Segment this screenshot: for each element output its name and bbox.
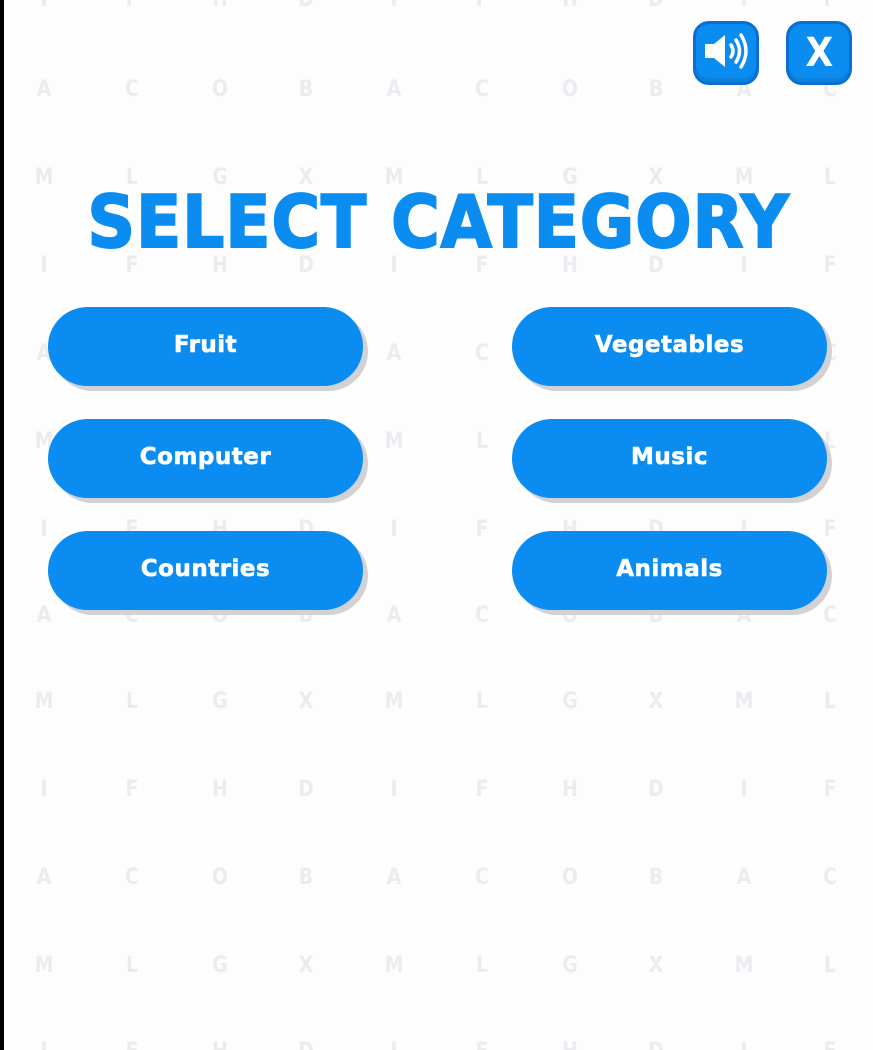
- background-letter: I: [377, 1040, 411, 1050]
- background-letter: A: [386, 603, 402, 628]
- background-letter: L: [126, 689, 138, 714]
- background-letter: C: [823, 865, 837, 890]
- background-letter: D: [289, 0, 323, 12]
- background-letter: F: [115, 0, 149, 12]
- background-letter: A: [36, 865, 52, 890]
- background-letter: F: [475, 517, 489, 542]
- category-button-countries[interactable]: Countries: [48, 531, 363, 610]
- background-letter: D: [639, 1040, 673, 1050]
- category-label: Vegetables: [594, 331, 745, 358]
- speaker-volume-icon: [701, 31, 751, 75]
- category-label: Computer: [139, 443, 272, 470]
- page-title: SELECT CATEGORY: [86, 179, 790, 265]
- background-letter: H: [203, 0, 237, 12]
- background-letter: C: [475, 77, 489, 102]
- background-letter: A: [386, 341, 402, 366]
- background-letter: I: [740, 777, 748, 802]
- background-letter: X: [298, 689, 314, 714]
- background-letter: F: [813, 0, 847, 12]
- background-letter: O: [562, 865, 578, 890]
- background-letter: D: [639, 0, 673, 12]
- background-letter: M: [734, 953, 754, 978]
- background-letter: A: [36, 603, 52, 628]
- background-letter: B: [648, 77, 664, 102]
- background-letter: M: [734, 689, 754, 714]
- background-letter: X: [648, 953, 664, 978]
- sound-toggle-button[interactable]: [693, 21, 759, 85]
- background-letter: I: [40, 517, 48, 542]
- category-label: Fruit: [173, 331, 238, 358]
- background-letter: B: [648, 865, 664, 890]
- background-letter: A: [386, 865, 402, 890]
- background-letter: C: [475, 603, 489, 628]
- category-button-computer[interactable]: Computer: [48, 419, 363, 498]
- background-letter: F: [115, 1040, 149, 1050]
- background-letter: L: [824, 689, 836, 714]
- background-letter: M: [384, 429, 404, 454]
- background-letter: L: [824, 953, 836, 978]
- background-letter: L: [476, 689, 488, 714]
- category-button-music[interactable]: Music: [512, 419, 827, 498]
- background-letter: F: [465, 1040, 499, 1050]
- background-letter: L: [126, 953, 138, 978]
- background-letter: G: [212, 953, 228, 978]
- category-button-animals[interactable]: Animals: [512, 531, 827, 610]
- background-letter: L: [476, 429, 488, 454]
- background-letter: C: [475, 865, 489, 890]
- category-label: Music: [631, 443, 708, 470]
- background-letter: F: [823, 777, 837, 802]
- background-letter: H: [553, 1040, 587, 1050]
- close-icon: X: [805, 30, 833, 76]
- background-letter: I: [727, 0, 761, 12]
- background-letter: F: [465, 0, 499, 12]
- background-letter: M: [384, 689, 404, 714]
- background-letter: G: [562, 689, 578, 714]
- background-letter: X: [298, 953, 314, 978]
- background-letter: I: [727, 1040, 761, 1050]
- background-letter: D: [298, 777, 314, 802]
- background-letter: O: [562, 77, 578, 102]
- category-label: Countries: [140, 555, 271, 582]
- background-letter: C: [475, 341, 489, 366]
- background-letter: F: [125, 777, 139, 802]
- background-letter: G: [212, 689, 228, 714]
- background-letter: I: [27, 0, 61, 12]
- background-letter: H: [203, 1040, 237, 1050]
- background-letter: F: [823, 517, 837, 542]
- background-letter: I: [40, 777, 48, 802]
- background-letter: M: [34, 689, 54, 714]
- background-letter: A: [36, 77, 52, 102]
- background-letter: F: [813, 1040, 847, 1050]
- background-letter: O: [212, 865, 228, 890]
- background-letter: I: [377, 0, 411, 12]
- background-letter: I: [390, 777, 398, 802]
- background-letter: M: [34, 953, 54, 978]
- background-letter-pattern: I F H D I F H D I F A C O B A C O B A C M L G X M L G X M L I F H D I F H D I F…: [4, 0, 873, 1050]
- background-letter: C: [823, 603, 837, 628]
- background-letter: H: [212, 777, 228, 802]
- background-letter: C: [125, 77, 139, 102]
- background-letter: C: [125, 865, 139, 890]
- background-letter: H: [553, 0, 587, 12]
- close-button[interactable]: X: [786, 21, 852, 85]
- background-letter: B: [298, 77, 314, 102]
- background-letter: H: [562, 777, 578, 802]
- background-letter: M: [384, 953, 404, 978]
- background-letter: B: [298, 865, 314, 890]
- background-letter: F: [475, 777, 489, 802]
- background-letter: D: [648, 777, 664, 802]
- category-button-vegetables[interactable]: Vegetables: [512, 307, 827, 386]
- background-letter: G: [562, 953, 578, 978]
- background-letter: D: [289, 1040, 323, 1050]
- background-letter: I: [390, 517, 398, 542]
- background-letter: A: [736, 865, 752, 890]
- category-label: Animals: [616, 555, 723, 582]
- background-letter: X: [648, 689, 664, 714]
- category-button-fruit[interactable]: Fruit: [48, 307, 363, 386]
- background-letter: O: [212, 77, 228, 102]
- background-letter: L: [476, 953, 488, 978]
- game-screen: I F H D I F H D I F A C O B A C O B A C M L G X M L G X M L I F H D I F H D I F…: [4, 0, 873, 1050]
- background-letter: I: [27, 1040, 61, 1050]
- background-letter: A: [386, 77, 402, 102]
